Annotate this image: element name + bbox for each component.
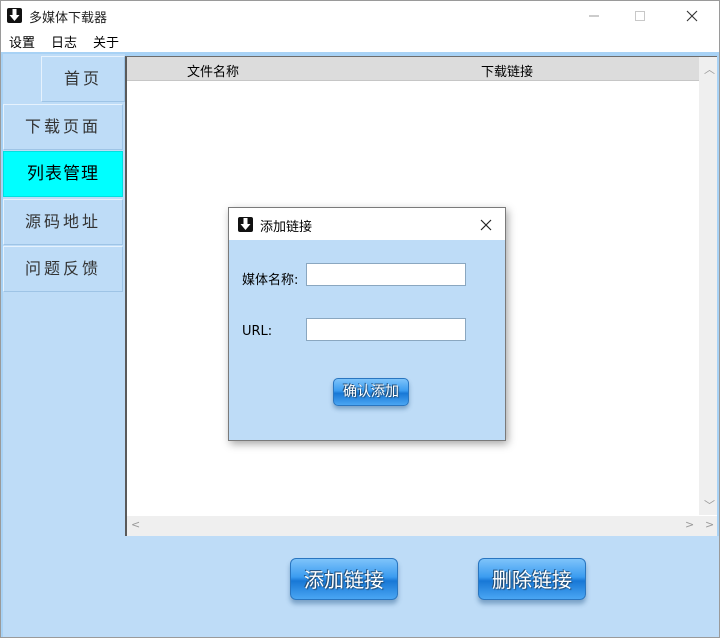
scroll-up-icon[interactable]: ︿ [704,61,715,77]
tab-source-code[interactable]: 源码地址 [3,199,123,245]
menu-bar: 设置 日志 关于 [1,31,719,52]
sidebar: 首页 下载页面 列表管理 源码地址 问题反馈 [3,54,125,637]
add-link-button[interactable]: 添加链接 [290,558,398,600]
scroll-right-end-icon[interactable]: > [705,518,714,531]
download-arrow-icon [7,8,22,23]
maximize-button[interactable] [617,1,663,31]
scroll-left-icon[interactable]: < [131,518,140,531]
vertical-scrollbar[interactable]: ︿ ﹀ [699,57,717,515]
app-window: 多媒体下载器 设置 日志 关于 首页 下载页面 列表管理 源码地址 问题反馈 文… [0,0,720,638]
menu-about[interactable]: 关于 [93,32,119,51]
dialog-title-bar[interactable]: 添加链接 [229,208,505,240]
url-label: URL: [242,324,273,339]
tab-home[interactable]: 首页 [41,56,125,102]
media-name-input[interactable] [306,263,466,286]
close-icon [686,10,698,22]
table-header: 文件名称 下载链接 [127,57,701,81]
menu-settings[interactable]: 设置 [9,32,35,51]
dialog-close-button[interactable] [477,216,495,234]
column-file-name[interactable]: 文件名称 [187,61,239,80]
tab-feedback[interactable]: 问题反馈 [3,246,123,292]
scroll-right-icon[interactable]: > [685,518,694,531]
action-bar: 添加链接 删除链接 [125,536,719,637]
column-download-link[interactable]: 下载链接 [481,61,533,80]
close-icon [480,219,492,231]
media-name-label: 媒体名称: [242,273,299,288]
minimize-button[interactable] [571,1,617,31]
minimize-icon [589,15,599,17]
tab-list-management[interactable]: 列表管理 [3,151,123,197]
close-button[interactable] [669,1,715,31]
dialog-title: 添加链接 [260,220,313,235]
title-bar[interactable]: 多媒体下载器 [1,1,719,31]
horizontal-scrollbar[interactable]: < > > [127,516,717,536]
delete-link-button[interactable]: 删除链接 [478,558,586,600]
window-title: 多媒体下载器 [29,11,108,26]
add-link-dialog: 添加链接 媒体名称: URL: 确认添加 [228,207,506,441]
scroll-down-icon[interactable]: ﹀ [704,497,715,513]
confirm-add-button[interactable]: 确认添加 [333,378,409,406]
menu-log[interactable]: 日志 [51,32,77,51]
download-arrow-icon [238,217,253,232]
url-input[interactable] [306,318,466,341]
maximize-icon [635,11,645,21]
tab-download-page[interactable]: 下载页面 [3,104,123,150]
